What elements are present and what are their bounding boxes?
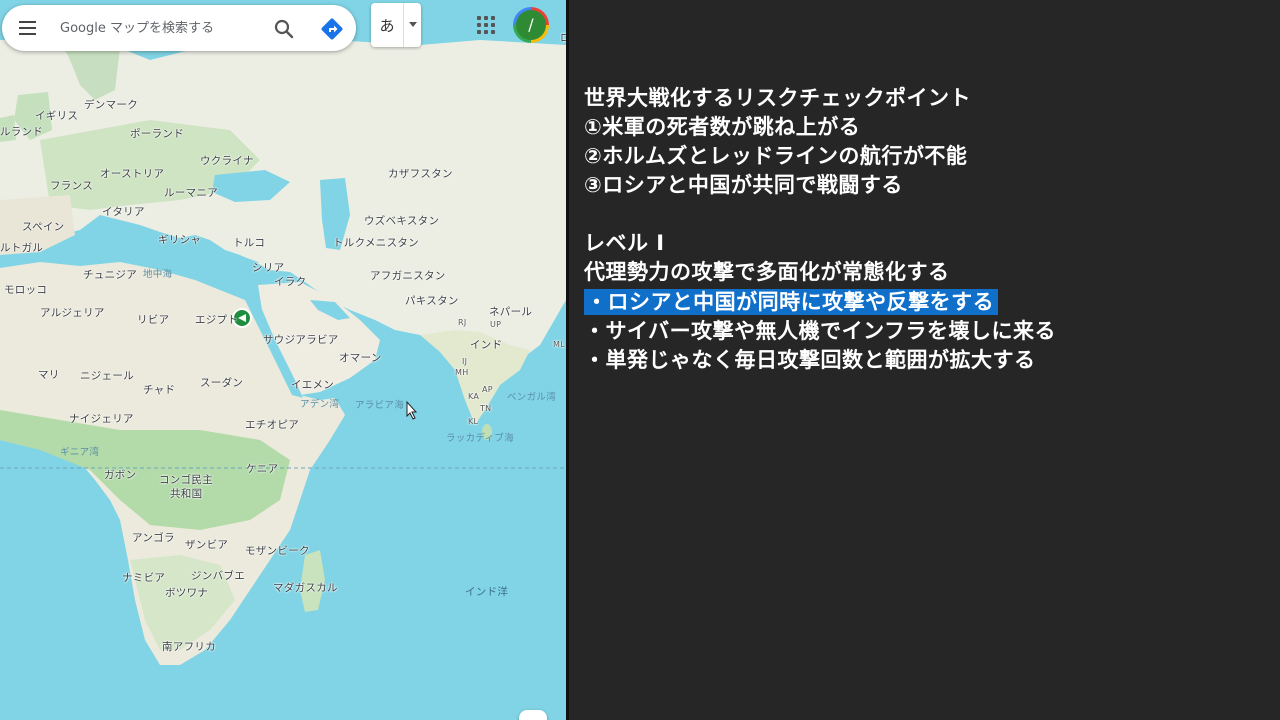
search-input[interactable] bbox=[60, 17, 260, 39]
note-checkpoint-2: ②ホルムズとレッドラインの航行が不能 bbox=[584, 144, 968, 168]
map-label-aden: アデン湾 bbox=[300, 399, 340, 410]
map-label-india: インド bbox=[470, 339, 503, 351]
notes-panel: 世界大戦化するリスクチェックポイント ①米軍の死者数が跳ね上がる ②ホルムズとレ… bbox=[569, 0, 1280, 720]
account-avatar[interactable]: / bbox=[513, 7, 549, 43]
map-label-portugal: ルトガル bbox=[0, 242, 44, 254]
map-label-ukraine: ウクライナ bbox=[200, 155, 254, 167]
map-label-zambia: ザンビア bbox=[185, 539, 229, 551]
map-label-poland: ポーランド bbox=[130, 128, 184, 140]
map-label-ireland: ルランド bbox=[0, 126, 44, 138]
map-label-morocco: モロッコ bbox=[4, 284, 48, 296]
map-label-mozambique: モザンビーク bbox=[245, 545, 310, 557]
map-label-tn: TN bbox=[480, 404, 492, 413]
note-bullet-3: ・単発じゃなく毎日攻撃回数と範囲が拡大する bbox=[584, 348, 1036, 372]
note-bullet-2: ・サイバー攻撃や無人機でインフラを壊しに来る bbox=[584, 319, 1056, 343]
map-label-arabian-sea: アラビア海 bbox=[355, 400, 405, 411]
map-label-uk: イギリス bbox=[35, 110, 79, 122]
map-label-namibia: ナミビア bbox=[122, 572, 166, 584]
map-label-angola: アンゴラ bbox=[132, 532, 175, 544]
map-label-gabon: ガボン bbox=[104, 469, 137, 481]
map-control-button[interactable] bbox=[519, 710, 547, 720]
note-bullet-selected[interactable]: ・ロシアと中国が同時に攻撃や反撃をする bbox=[584, 288, 999, 316]
map-label-oman: オマーン bbox=[339, 352, 382, 364]
map-label-chad: チャド bbox=[143, 384, 176, 396]
input-method-label: あ bbox=[379, 16, 395, 35]
map-label-nigeria: ナイジェリア bbox=[69, 413, 134, 425]
map-label-rj: RJ bbox=[458, 318, 467, 327]
map-label-zimbabwe: ジンバブエ bbox=[191, 570, 245, 582]
search-icon[interactable] bbox=[272, 17, 296, 41]
avatar-initial: / bbox=[516, 10, 546, 40]
map-label-niger: ニジェール bbox=[80, 370, 134, 382]
map-label-greece: ギリシャ bbox=[158, 234, 202, 246]
map-label-ap: AP bbox=[482, 385, 493, 394]
map-label-kenya: ケニア bbox=[246, 463, 279, 475]
map-label-drc-2: 共和国 bbox=[170, 488, 203, 500]
map-label-madagascar: マダガスカル bbox=[273, 582, 338, 594]
search-box[interactable] bbox=[2, 5, 356, 51]
map-label-pakistan: パキスタン bbox=[405, 295, 459, 307]
map-label-ka: KA bbox=[468, 392, 480, 401]
map-label-south-africa: 南アフリカ bbox=[162, 641, 216, 653]
map-label-nepal: ネパール bbox=[489, 306, 533, 318]
note-level-title: レベル I bbox=[584, 231, 665, 255]
map-label-saudi: サウジアラビア bbox=[263, 334, 339, 346]
map-label-uzbekistan: ウズベキスタン bbox=[364, 215, 440, 227]
map-view[interactable]: デンマーク イギリス ルランド ポーランド ウクライナ カザフスタン フランス … bbox=[0, 0, 566, 720]
map-label-austria: オーストリア bbox=[100, 168, 165, 180]
note-checkpoint-1: ①米軍の死者数が跳ね上がる bbox=[584, 115, 861, 139]
map-label-france: フランス bbox=[50, 180, 93, 192]
map-label-afghanistan: アフガニスタン bbox=[370, 270, 446, 282]
map-label-turkey: トルコ bbox=[233, 237, 266, 249]
map-label-iraq: イラク bbox=[274, 276, 307, 288]
map-label-mh: MH bbox=[455, 368, 469, 377]
map-label-ml: ML bbox=[553, 340, 565, 349]
menu-icon[interactable] bbox=[18, 18, 40, 38]
map-label-botswana: ボツワナ bbox=[165, 587, 209, 599]
map-label-indian-ocean: インド洋 bbox=[465, 586, 509, 598]
map-label-ij: IJ bbox=[462, 357, 468, 366]
map-label-laccadive: ラッカディブ海 bbox=[446, 433, 514, 444]
map-label-up: UP bbox=[490, 320, 502, 329]
note-checkpoint-3: ③ロシアと中国が共同で戦闘する bbox=[584, 173, 903, 197]
map-label-ethiopia: エチオピア bbox=[245, 419, 299, 431]
input-method-button[interactable]: あ bbox=[371, 3, 421, 47]
apps-grid-icon[interactable] bbox=[476, 15, 496, 35]
map-label-tunisia: チュニジア bbox=[83, 269, 137, 281]
map-label-yemen: イエメン bbox=[291, 379, 335, 391]
chevron-down-icon[interactable] bbox=[404, 22, 421, 28]
directions-icon[interactable] bbox=[320, 17, 344, 41]
map-label-denmark: デンマーク bbox=[84, 99, 138, 111]
note-level-summary: 代理勢力の攻撃で多面化が常態化する bbox=[584, 260, 950, 284]
map-label-drc: コンゴ民主 bbox=[159, 474, 213, 486]
map-label-egypt: エジプト bbox=[195, 314, 239, 326]
map-label-syria: シリア bbox=[252, 262, 285, 274]
map-label-algeria: アルジェリア bbox=[40, 307, 105, 319]
map-label-bay-of-bengal: ベンガル湾 bbox=[507, 392, 557, 403]
map-label-mali: マリ bbox=[38, 369, 60, 381]
note-bullet-selected-text: ・ロシアと中国が同時に攻撃や反撃をする bbox=[584, 289, 999, 315]
map-label-gulf-guinea: ギニア湾 bbox=[60, 447, 100, 458]
map-label-sudan: スーダン bbox=[200, 377, 244, 389]
map-label-spain: スペイン bbox=[22, 221, 65, 233]
map-label-romania: ルーマニア bbox=[164, 187, 218, 199]
note-heading: 世界大戦化するリスクチェックポイント bbox=[584, 86, 971, 110]
map-label-mediterranean: 地中海 bbox=[143, 269, 173, 280]
map-label-kazakhstan: カザフスタン bbox=[388, 168, 453, 180]
map-label-kl: KL bbox=[468, 417, 479, 426]
map-label-italy: イタリア bbox=[102, 206, 145, 218]
map-label-turkmenistan: トルクメニスタン bbox=[333, 237, 419, 249]
map-label-libya: リビア bbox=[137, 314, 170, 326]
